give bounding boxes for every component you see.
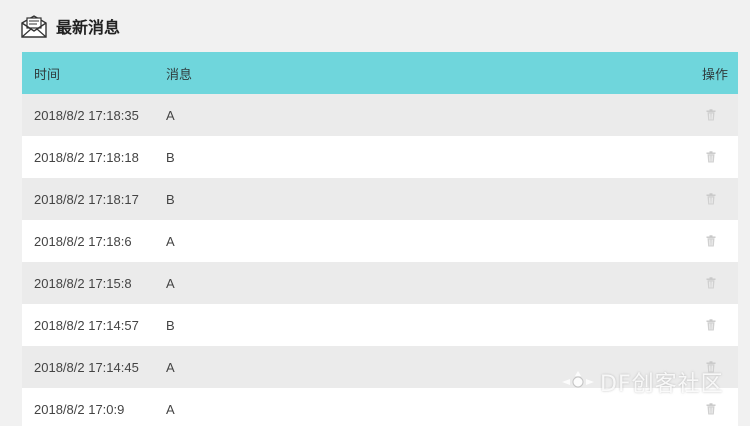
table-header: 时间 消息 操作: [22, 52, 738, 94]
panel-header: 最新消息: [20, 10, 120, 42]
column-header-action: 操作: [701, 67, 728, 83]
cell-message: B: [166, 191, 175, 207]
cell-time: 2018/8/2 17:18:35: [34, 107, 139, 123]
cell-action: [678, 403, 738, 415]
cell-message: A: [166, 233, 175, 249]
table-row: 2018/8/2 17:18:35 A: [22, 94, 738, 136]
panel-title: 最新消息: [56, 18, 121, 37]
trash-icon[interactable]: [706, 151, 716, 163]
cell-time: 2018/8/2 17:18:6: [34, 233, 132, 249]
page: 最新消息 时间 消息 操作 2018/8/2 17:18:35 A 2018/8/2…: [0, 0, 750, 426]
cell-action: [678, 319, 738, 331]
trash-icon[interactable]: [706, 193, 716, 205]
watermark: DF创客社区: [560, 366, 724, 398]
cell-action: [678, 235, 738, 247]
cell-time: 2018/8/2 17:14:45: [34, 359, 139, 375]
mail-envelope-icon: [20, 13, 48, 39]
trash-icon[interactable]: [706, 403, 716, 415]
cell-time: 2018/8/2 17:15:8: [34, 275, 132, 291]
trash-icon[interactable]: [706, 235, 716, 247]
cell-time: 2018/8/2 17:18:18: [34, 149, 139, 165]
table-row: 2018/8/2 17:18:18 B: [22, 136, 738, 178]
cell-message: A: [166, 401, 175, 417]
cell-action: [678, 193, 738, 205]
column-header-message: 消息: [166, 67, 193, 83]
watermark-logo-icon: [560, 369, 596, 395]
table-row: 2018/8/2 17:18:6 A: [22, 220, 738, 262]
trash-icon[interactable]: [706, 277, 716, 289]
table-row: 2018/8/2 17:15:8 A: [22, 262, 738, 304]
table-row: 2018/8/2 17:18:17 B: [22, 178, 738, 220]
cell-time: 2018/8/2 17:14:57: [34, 317, 139, 333]
column-header-time: 时间: [34, 67, 61, 83]
cell-message: B: [166, 317, 175, 333]
cell-action: [678, 109, 738, 121]
cell-message: B: [166, 149, 175, 165]
cell-action: [678, 151, 738, 163]
trash-icon[interactable]: [706, 319, 716, 331]
trash-icon[interactable]: [706, 109, 716, 121]
cell-time: 2018/8/2 17:18:17: [34, 191, 139, 207]
cell-message: A: [166, 107, 175, 123]
cell-message: A: [166, 275, 175, 291]
cell-action: [678, 277, 738, 289]
watermark-text: DF创客社区: [600, 372, 724, 397]
table-row: 2018/8/2 17:14:57 B: [22, 304, 738, 346]
cell-time: 2018/8/2 17:0:9: [34, 401, 125, 417]
